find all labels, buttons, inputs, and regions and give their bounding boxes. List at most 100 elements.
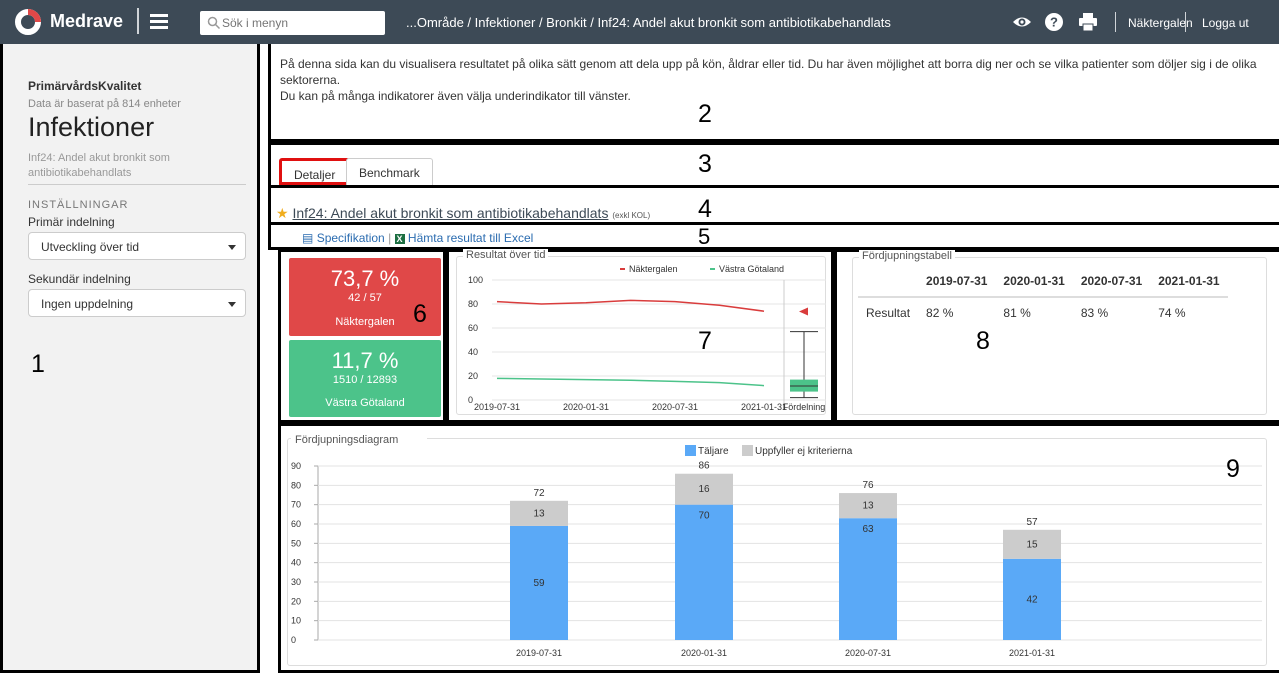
intro-line-2: Du kan på många indikatorer även välja u… [280,89,631,103]
x-tick-label: Fördelning [783,402,826,412]
intro-text: På denna sida kan du visualisera resulta… [280,56,1275,104]
medrave-logo-icon[interactable] [14,8,42,36]
logout-link[interactable]: Logga ut [1202,16,1249,30]
bar-total-label: 86 [698,461,710,472]
annotation-number: 3 [698,150,712,178]
y-tick-label: 0 [468,395,473,405]
trend-chart-title: Resultat över tid [463,249,549,261]
table-header-empty [858,268,919,298]
menu-search[interactable] [200,11,385,35]
x-tick-label: 2021-01-31 [741,402,787,412]
y-tick-label: 40 [468,347,478,357]
hamburger-menu-icon[interactable] [150,14,168,29]
table-header: 2020-01-31 [995,268,1073,298]
bar-numerator [839,518,897,640]
details-table-title: Fördjupningstabell [859,250,955,262]
y-tick-label: 90 [291,461,301,471]
tile-name: Västra Götaland [325,397,405,409]
eye-icon[interactable] [1012,12,1032,32]
annotation-number: 8 [976,327,990,355]
trend-chart: Näktergalen Västra Götaland10080604020020… [468,264,826,412]
bar-data-label: 70 [698,511,710,522]
secondary-split-select[interactable]: Ingen uppdelning [28,289,246,317]
primary-split-select[interactable]: Utveckling över tid [28,232,246,260]
legend-swatch [685,445,696,456]
table-row[interactable]: Resultat 82 % 81 % 83 % 74 % [858,297,1228,328]
annotation-number: 2 [698,100,712,128]
y-tick-label: 30 [291,577,301,587]
y-tick-label: 100 [468,275,483,285]
series-line [496,299,765,312]
annotation-box-4 [268,188,1279,225]
table-row-label: Resultat [866,306,911,320]
legend-label: Uppfyller ej kriterierna [755,446,853,457]
y-tick-label: 80 [291,480,301,490]
indicator-subtitle: Inf24: Andel akut bronkit som antibiotik… [28,152,170,179]
x-tick-label: 2020-01-31 [681,648,727,658]
org-name: PrimärvårdsKvalitet [28,79,142,93]
user-link[interactable]: Näktergalen [1128,16,1193,30]
x-tick-label: 2019-07-31 [516,648,562,658]
y-tick-label: 80 [468,299,478,309]
bar-data-label: 13 [533,508,545,519]
bar-data-label: 42 [1026,594,1038,605]
tile-percent: 73,7 % [330,266,400,291]
annotation-number: 9 [1226,455,1240,483]
y-tick-label: 70 [291,500,301,510]
bar-numerator [675,504,733,640]
bar-data-label: 13 [862,501,874,512]
bar-data-label: 16 [698,484,710,495]
table-cell: 81 % [1003,306,1031,320]
chart-title: Fördjupningsdiagram [295,434,398,446]
divider [1185,12,1186,32]
divider [28,184,246,185]
table-cell: 74 % [1158,306,1186,320]
annotation-number: 6 [413,300,427,328]
result-tile-region[interactable]: 11,7 % 1510 / 12893 Västra Götaland [289,340,441,417]
sidebar: PrimärvårdsKvalitet Data är baserat på 8… [0,44,260,673]
brand-name[interactable]: Medrave [50,11,123,32]
y-tick-label: 20 [291,596,301,606]
legend-label: Näktergalen [629,264,678,274]
y-tick-label: 10 [291,616,301,626]
primary-split-label: Primär indelning [28,215,115,229]
x-tick-label: 2021-01-31 [1009,648,1055,658]
bar-total-label: 57 [1026,517,1038,528]
y-tick-label: 40 [291,558,301,568]
units-note: Data är baserat på 814 enheter [28,98,181,110]
x-tick-label: 2019-07-31 [474,402,520,412]
legend-label: Västra Götaland [719,264,784,274]
print-icon[interactable] [1078,12,1098,32]
table-cell: 83 % [1080,306,1109,320]
annotation-number: 7 [698,327,712,355]
x-tick-label: 2020-07-31 [845,648,891,658]
search-icon [207,16,221,30]
annotation-number: 5 [698,224,711,249]
bar-data-label: 59 [533,578,545,589]
bar-total-label: 76 [862,480,874,491]
annotation-box-3 [268,142,1279,188]
details-table: 2019-07-31 2020-01-31 2020-07-31 2021-01… [858,268,1228,328]
intro-line-1: På denna sida kan du visualisera resulta… [280,57,1257,87]
settings-heading: INSTÄLLNINGAR [28,199,129,211]
annotation-number: 1 [31,350,45,378]
x-tick-label: 2020-07-31 [652,402,698,412]
annotation-box-5 [268,224,1279,250]
table-cell: 82 % [926,306,954,320]
y-tick-label: 50 [291,538,301,548]
top-navbar: Medrave ...Område / Infektioner / Bronki… [0,0,1279,44]
table-header: 2020-07-31 [1072,268,1151,298]
table-header: 2019-07-31 [918,268,996,298]
legend-label: Täljare [698,446,729,457]
bar-data-label: 15 [1026,539,1038,550]
x-tick-label: 2020-01-31 [563,402,609,412]
divider [137,8,139,34]
y-tick-label: 60 [291,519,301,529]
caret-down-icon [228,302,236,307]
help-icon[interactable]: ? [1044,12,1064,32]
search-input[interactable] [222,13,380,33]
secondary-split-label: Sekundär indelning [28,272,131,286]
unit-marker [799,307,808,316]
series-line [496,377,765,387]
y-tick-label: 0 [291,635,296,645]
